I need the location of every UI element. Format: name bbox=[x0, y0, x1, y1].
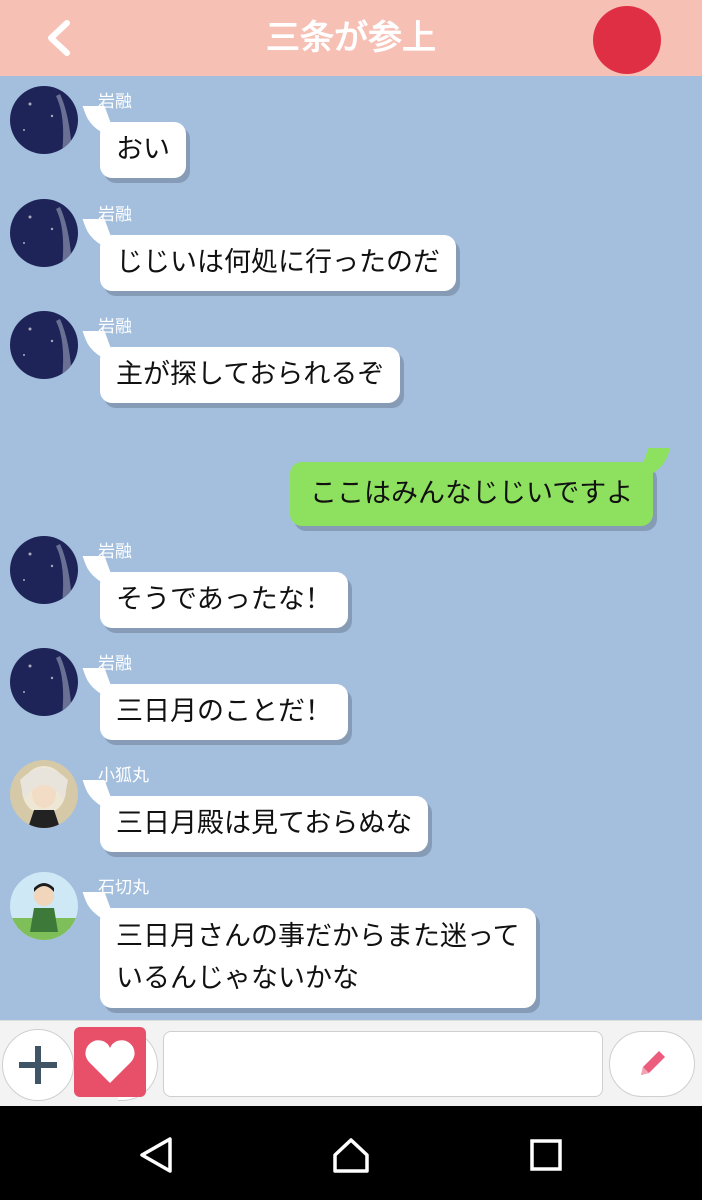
nav-home-button[interactable] bbox=[329, 1133, 373, 1177]
stamp-button[interactable] bbox=[74, 1027, 146, 1097]
message-line: 三日月さんの事だからまた迷って bbox=[116, 921, 520, 952]
square-recents-icon bbox=[530, 1139, 562, 1171]
avatar[interactable] bbox=[10, 872, 78, 940]
message-bubble: 三日月さんの事だからまた迷って いるんじゃないかな bbox=[100, 908, 536, 1008]
message-bubble: そうであったな！ bbox=[100, 572, 348, 628]
avatar[interactable] bbox=[10, 199, 78, 267]
home-icon bbox=[333, 1138, 369, 1173]
message-bubble: おい bbox=[100, 122, 186, 178]
message-bubble-self: ここはみんなじじいですよ bbox=[290, 462, 654, 526]
nav-recents-button[interactable] bbox=[524, 1133, 568, 1177]
message-bubble: 主が探しておられるぞ bbox=[100, 347, 401, 403]
avatar[interactable] bbox=[10, 760, 78, 828]
avatar[interactable] bbox=[10, 86, 78, 154]
message-bubble: 三日月殿は見ておらぬな bbox=[100, 796, 429, 852]
message-line: いるんじゃないかな bbox=[116, 963, 359, 994]
avatar[interactable] bbox=[10, 311, 78, 379]
message-input[interactable] bbox=[163, 1031, 603, 1097]
edit-button[interactable] bbox=[609, 1031, 695, 1097]
chat-area[interactable]: 岩融 おい 岩融 じじいは何処に行ったのだ 岩融 主が探しておられるぞ ここはみ… bbox=[0, 76, 702, 1020]
pencil-icon bbox=[641, 1051, 665, 1075]
avatar[interactable] bbox=[10, 648, 78, 716]
message-bubble: じじいは何処に行ったのだ bbox=[100, 235, 456, 291]
heart-icon bbox=[85, 1040, 135, 1083]
record-dot[interactable] bbox=[593, 6, 661, 74]
composer-bar bbox=[0, 1020, 702, 1106]
message-bubble: 三日月のことだ！ bbox=[100, 684, 348, 740]
nav-back-button[interactable] bbox=[134, 1133, 178, 1177]
attach-button[interactable] bbox=[2, 1029, 74, 1101]
plus-icon bbox=[19, 1046, 57, 1084]
avatar[interactable] bbox=[10, 536, 78, 604]
triangle-back-icon bbox=[140, 1137, 172, 1173]
system-navbar bbox=[0, 1106, 702, 1200]
header-bar: 三条が参上 bbox=[0, 0, 702, 76]
